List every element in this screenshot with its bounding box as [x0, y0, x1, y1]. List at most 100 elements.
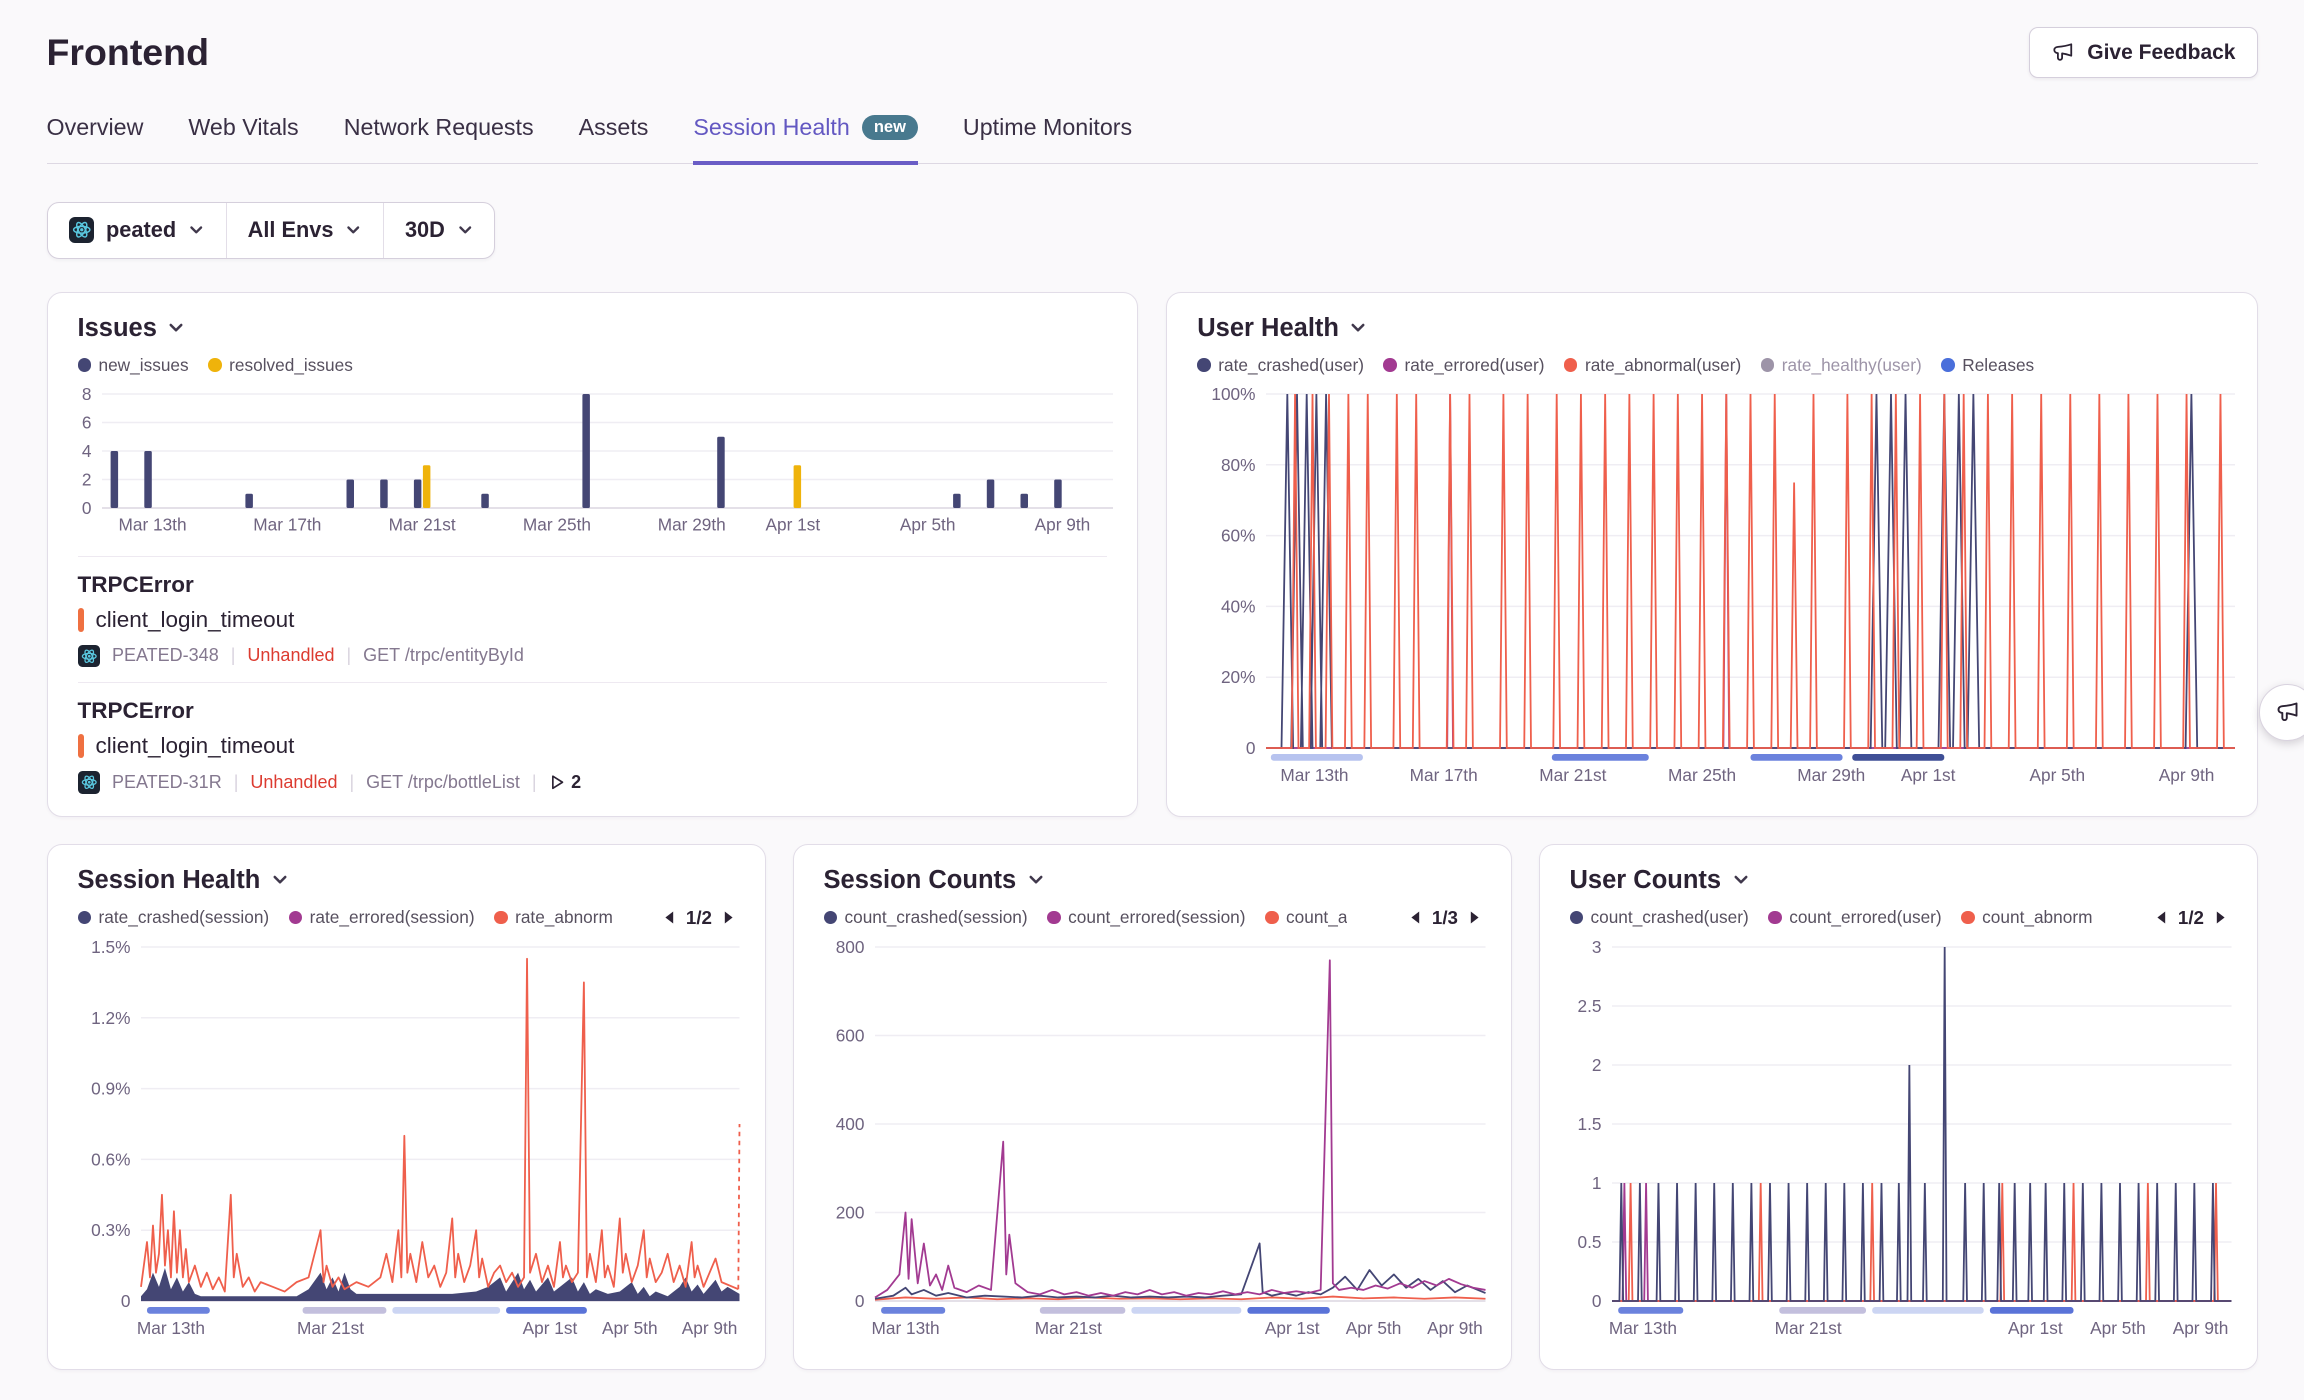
- svg-text:8: 8: [81, 385, 91, 404]
- date-range-filter[interactable]: 30D: [383, 203, 494, 258]
- react-icon: [78, 645, 101, 668]
- legend-item-rate-crashed-user[interactable]: rate_crashed(user): [1197, 355, 1364, 376]
- svg-text:Apr 9th: Apr 9th: [1427, 1318, 1483, 1338]
- react-icon: [78, 771, 101, 794]
- tab-session-health[interactable]: Session Health new: [693, 114, 917, 165]
- session-health-chart[interactable]: 00.3%0.6%0.9%1.2%1.5%Mar 13thMar 21stApr…: [78, 938, 752, 1346]
- chevron-down-icon: [1027, 871, 1045, 889]
- session-counts-chart[interactable]: 0200400600800Mar 13thMar 21stApr 1stApr …: [824, 938, 1498, 1346]
- user-health-chart[interactable]: 020%40%60%80%100%Mar 13thMar 17thMar 21s…: [1197, 385, 2247, 793]
- issue-row[interactable]: TRPCError client_login_timeout PEATED-31…: [78, 682, 1107, 794]
- svg-text:Mar 21st: Mar 21st: [388, 514, 455, 534]
- session-health-panel-title[interactable]: Session Health: [78, 866, 735, 895]
- next-page-arrow[interactable]: [723, 910, 735, 925]
- issue-row[interactable]: TRPCError client_login_timeout PEATED-34…: [78, 556, 1107, 668]
- legend-item-rate-abnormal-session[interactable]: rate_abnorm: [494, 907, 613, 928]
- svg-text:200: 200: [835, 1202, 864, 1222]
- environment-filter[interactable]: All Envs: [226, 203, 383, 258]
- legend-label: rate_healthy(user): [1782, 355, 1922, 376]
- svg-text:1: 1: [1591, 1173, 1601, 1193]
- session-counts-panel-title[interactable]: Session Counts: [824, 866, 1481, 895]
- issue-endpoint: GET /trpc/entityById: [363, 645, 524, 666]
- legend-label: resolved_issues: [229, 355, 353, 376]
- legend-item-rate-abnormal-user[interactable]: rate_abnormal(user): [1564, 355, 1741, 376]
- legend-dot: [1768, 911, 1782, 925]
- user-health-panel-title[interactable]: User Health: [1197, 314, 2226, 343]
- legend-item-rate-errored-user[interactable]: rate_errored(user): [1383, 355, 1544, 376]
- legend-pagination: 1/2: [663, 907, 734, 929]
- svg-text:0.9%: 0.9%: [91, 1078, 130, 1098]
- user-counts-panel-title[interactable]: User Counts: [1570, 866, 2227, 895]
- legend-item-count-abnormal-user[interactable]: count_abnorm: [1961, 907, 2092, 928]
- replay-count[interactable]: 2: [549, 772, 582, 793]
- legend-item-rate-healthy-user[interactable]: rate_healthy(user): [1761, 355, 1922, 376]
- previous-page-arrow[interactable]: [1409, 910, 1421, 925]
- separator: |: [234, 772, 239, 793]
- svg-text:Apr 1st: Apr 1st: [1901, 765, 1956, 785]
- session-counts-panel: Session Counts count_crashed(session) co…: [793, 844, 1512, 1371]
- separator: |: [346, 645, 351, 666]
- next-page-arrow[interactable]: [1469, 910, 1481, 925]
- user-counts-chart[interactable]: 00.511.522.53Mar 13thMar 21stApr 1stApr …: [1570, 938, 2244, 1346]
- legend-dot: [494, 911, 508, 925]
- svg-text:Apr 9th: Apr 9th: [2159, 765, 2215, 785]
- previous-page-arrow[interactable]: [663, 910, 675, 925]
- tab-bar: Overview Web Vitals Network Requests Ass…: [47, 114, 2258, 164]
- replay-count-value: 2: [571, 772, 581, 793]
- legend-item-rate-errored-session[interactable]: rate_errored(session): [289, 907, 475, 928]
- legend-dot: [1961, 911, 1975, 925]
- svg-text:80%: 80%: [1221, 454, 1256, 474]
- legend-item-count-errored-session[interactable]: count_errored(session): [1047, 907, 1245, 928]
- svg-text:Apr 1st: Apr 1st: [522, 1318, 577, 1338]
- page-title: Frontend: [47, 31, 209, 74]
- date-range-filter-label: 30D: [405, 217, 445, 243]
- give-feedback-button[interactable]: Give Feedback: [2029, 27, 2257, 78]
- legend-item-count-crashed-session[interactable]: count_crashed(session): [824, 907, 1028, 928]
- issue-title[interactable]: client_login_timeout: [96, 607, 295, 633]
- next-page-arrow[interactable]: [2215, 910, 2227, 925]
- issues-chart[interactable]: 02468Mar 13thMar 17thMar 21stMar 25thMar…: [78, 385, 1128, 541]
- svg-text:1.2%: 1.2%: [91, 1007, 130, 1027]
- legend-item-count-crashed-user[interactable]: count_crashed(user): [1570, 907, 1749, 928]
- issues-legend-row: new_issues resolved_issues: [78, 355, 1107, 376]
- legend-item-count-errored-user[interactable]: count_errored(user): [1768, 907, 1941, 928]
- svg-text:Mar 29th: Mar 29th: [657, 514, 725, 534]
- tab-network-requests[interactable]: Network Requests: [344, 114, 534, 165]
- tab-label: Web Vitals: [188, 114, 298, 141]
- svg-text:Apr 9th: Apr 9th: [2172, 1318, 2228, 1338]
- svg-text:Apr 1st: Apr 1st: [765, 514, 820, 534]
- tab-uptime-monitors[interactable]: Uptime Monitors: [963, 114, 1132, 165]
- previous-page-arrow[interactable]: [2155, 910, 2167, 925]
- error-level-bar: [78, 734, 84, 758]
- issues-panel-title[interactable]: Issues: [78, 314, 1107, 343]
- play-icon: [549, 774, 566, 791]
- legend-dot: [1265, 911, 1279, 925]
- project-filter[interactable]: peated: [48, 203, 226, 258]
- legend-item-rate-crashed-session[interactable]: rate_crashed(session): [78, 907, 270, 928]
- tab-overview[interactable]: Overview: [47, 114, 144, 165]
- tab-web-vitals[interactable]: Web Vitals: [188, 114, 298, 165]
- issue-title[interactable]: client_login_timeout: [96, 733, 295, 759]
- legend-label: Releases: [1962, 355, 2034, 376]
- legend-item-new-issues[interactable]: new_issues: [78, 355, 189, 376]
- legend-label: count_abnorm: [1982, 907, 2092, 928]
- svg-text:Apr 1st: Apr 1st: [1264, 1318, 1319, 1338]
- issue-status: Unhandled: [250, 772, 337, 793]
- issue-short-id: PEATED-348: [112, 645, 219, 666]
- issue-type: TRPCError: [78, 698, 1107, 724]
- svg-text:Apr 1st: Apr 1st: [2007, 1318, 2062, 1338]
- tab-assets[interactable]: Assets: [579, 114, 649, 165]
- user-health-legend: rate_crashed(user) rate_errored(user) ra…: [1197, 355, 2034, 376]
- issue-title-line: client_login_timeout: [78, 733, 1107, 759]
- svg-text:0: 0: [120, 1291, 130, 1311]
- legend-label: count_a: [1286, 907, 1347, 928]
- svg-text:20%: 20%: [1221, 667, 1256, 687]
- svg-text:2: 2: [1591, 1055, 1601, 1075]
- svg-text:1.5%: 1.5%: [91, 938, 130, 957]
- issue-status: Unhandled: [247, 645, 334, 666]
- legend-item-resolved-issues[interactable]: resolved_issues: [208, 355, 353, 376]
- error-level-bar: [78, 608, 84, 632]
- legend-item-count-abnormal-session[interactable]: count_a: [1265, 907, 1347, 928]
- environment-filter-label: All Envs: [248, 217, 334, 243]
- legend-item-releases[interactable]: Releases: [1941, 355, 2034, 376]
